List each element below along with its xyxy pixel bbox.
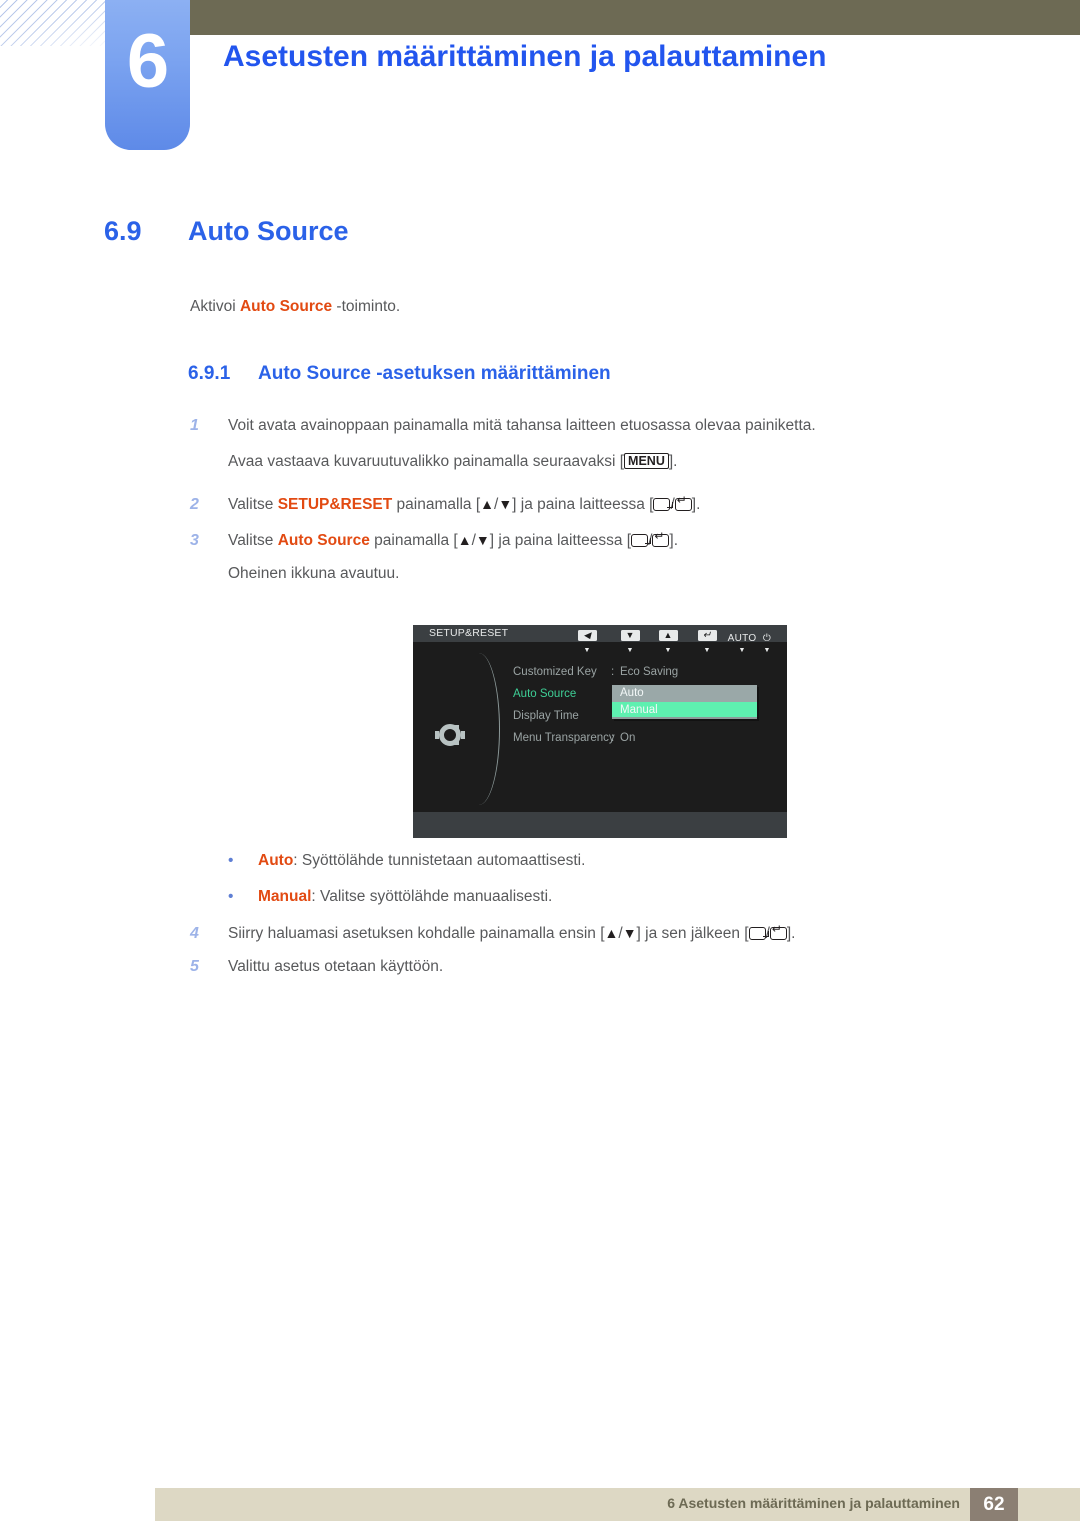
step-2-middle: painamalla [ [392, 496, 481, 513]
step-4: 4 Siirry haluamasi asetuksen kohdalle pai… [190, 924, 796, 943]
intro-highlight: Auto Source [239, 298, 333, 315]
source-key-icon [631, 534, 652, 547]
bullet-auto-term: Auto [258, 852, 294, 869]
intro-suffix: -toiminto. [332, 298, 401, 315]
up-arrow-icon: ▲ [658, 630, 678, 641]
down-triangle-icon: ▼ [622, 925, 637, 941]
step-1-text: Voit avata avainoppaan painamalla mitä t… [228, 417, 816, 434]
enter-icon: ↵ [697, 630, 717, 641]
gear-icon-tooth-left [435, 731, 439, 739]
step-2-number: 2 [190, 496, 199, 513]
section-number: 6.9 [104, 216, 142, 246]
chapter-number: 6 [126, 19, 169, 104]
osd-down-arrow-button[interactable]: ▼ ▼ [612, 628, 648, 654]
down-arrow-icon: ▼ [620, 630, 640, 641]
enter-key-icon [652, 531, 670, 547]
power-icon: ⏻ [762, 633, 772, 644]
step-3: 3 Valitse Auto Source painamalla [▲/▼] ja… [190, 531, 679, 550]
step-4-prefix: Siirry haluamasi asetuksen kohdalle pain… [228, 925, 605, 942]
step-4-end: ]. [786, 925, 796, 942]
osd-menu-screenshot: SETUP&RESET Customized Key : Eco Saving … [413, 625, 787, 838]
chapter-title: Asetusten määrittäminen ja palauttaminen [223, 40, 827, 73]
step-2-end: ]. [691, 496, 701, 513]
step-3-subline: Oheinen ikkuna avautuu. [228, 565, 400, 582]
step-5: 5 Valittu asetus otetaan käyttöön. [190, 958, 443, 976]
osd-row-colon-0: : [611, 666, 615, 678]
step-3-after-keys: ] ja paina laitteessa [ [489, 532, 632, 549]
footer-text: 6 Asetusten määrittäminen ja palauttamin… [667, 1495, 960, 1511]
chapter-header-bar [188, 0, 1080, 35]
osd-up-arrow-button[interactable]: ▲ ▼ [650, 628, 686, 654]
osd-row-label-customized-key[interactable]: Customized Key [513, 666, 597, 678]
dropdown-option-manual-label: Manual [620, 704, 658, 716]
step-1-subline: Avaa vastaava kuvaruutuvalikko painamall… [228, 453, 677, 471]
step-2-after-keys: ] ja paina laitteessa [ [512, 496, 654, 513]
page-number: 62 [983, 1494, 1005, 1515]
step-3-end: ]. [669, 532, 679, 549]
gear-icon [439, 724, 461, 746]
step-3-middle: painamalla [ [369, 532, 458, 549]
bullet-auto: • Auto: Syöttölähde tunnistetaan automaat… [228, 852, 585, 870]
bullet-marker: • [228, 852, 234, 869]
bullet-manual-desc: : Valitse syöttölähde manuaalisesti. [311, 888, 553, 905]
step-2-prefix: Valitse [228, 496, 278, 513]
osd-divider-arc [465, 653, 500, 805]
step-4-middle: ] ja sen jälkeen [ [636, 925, 749, 942]
bullet-manual-term: Manual [258, 888, 312, 905]
osd-left-arrow-button[interactable]: ◀ ▼ [569, 628, 605, 654]
osd-title: SETUP&RESET [429, 627, 509, 639]
osd-button-bar [413, 812, 787, 838]
osd-row-label-auto-source[interactable]: Auto Source [513, 688, 576, 700]
bullet-auto-desc: : Syöttölähde tunnistetaan automaattises… [293, 852, 586, 869]
intro-prefix: Aktivoi [190, 298, 240, 315]
auto-source-dropdown[interactable]: Auto Manual [612, 685, 757, 719]
bullet-marker: • [228, 888, 234, 905]
osd-row-colon-3: : [611, 732, 615, 744]
osd-row-value-customized-key: Eco Saving [620, 666, 679, 678]
step-3-highlight: Auto Source [277, 532, 370, 549]
menu-keycap: MENU [624, 453, 669, 469]
osd-power-button[interactable]: ⏻ ▼ [749, 628, 785, 654]
osd-left-arrow-indicator: ▼ [583, 647, 591, 654]
dropdown-option-auto-label: Auto [620, 687, 644, 699]
osd-up-arrow-indicator: ▼ [664, 647, 672, 654]
section-intro-text: Aktivoi Auto Source -toiminto. [190, 298, 400, 316]
step-1-sub-suffix: ]. [668, 453, 678, 470]
enter-key-icon [769, 924, 787, 940]
up-triangle-icon: ▲ [604, 925, 619, 941]
osd-down-arrow-indicator: ▼ [626, 647, 634, 654]
osd-row-value-menu-transparency: On [620, 732, 636, 744]
step-1-number: 1 [190, 417, 199, 434]
source-key-icon [653, 498, 674, 511]
up-triangle-icon: ▲ [457, 532, 472, 548]
step-3-prefix: Valitse [228, 532, 278, 549]
subsection-heading: 6.9.1 Auto Source -asetuksen määrittämine… [188, 363, 611, 385]
osd-row-label-menu-transparency[interactable]: Menu Transparency [513, 732, 615, 744]
section-title: Auto Source [188, 216, 349, 246]
subsection-title: Auto Source -asetuksen määrittäminen [258, 363, 611, 384]
down-triangle-icon: ▼ [475, 532, 490, 548]
osd-row-label-display-time[interactable]: Display Time [513, 710, 579, 722]
step-2-highlight: SETUP&RESET [277, 496, 393, 513]
subsection-number: 6.9.1 [188, 363, 231, 384]
section-heading: 6.9 Auto Source [104, 216, 349, 247]
step-5-number: 5 [190, 958, 199, 975]
osd-power-indicator: ▼ [763, 647, 771, 654]
step-2: 2 Valitse SETUP&RESET painamalla [▲/▼] ja… [190, 495, 701, 514]
down-triangle-icon: ▼ [498, 496, 513, 512]
up-triangle-icon: ▲ [480, 496, 494, 512]
step-1: 1 Voit avata avainoppaan painamalla mitä … [190, 417, 816, 435]
step-5-text: Valittu asetus otetaan käyttöön. [228, 958, 444, 975]
bullet-manual: • Manual: Valitse syöttölähde manuaalises… [228, 888, 552, 906]
source-key-icon [748, 927, 769, 940]
step-3-number: 3 [190, 532, 199, 549]
enter-key-icon [674, 495, 692, 511]
left-arrow-icon: ◀ [577, 630, 597, 641]
step-1-sub-prefix: Avaa vastaava kuvaruutuvalikko painamall… [228, 453, 625, 470]
step-4-number: 4 [190, 925, 199, 942]
